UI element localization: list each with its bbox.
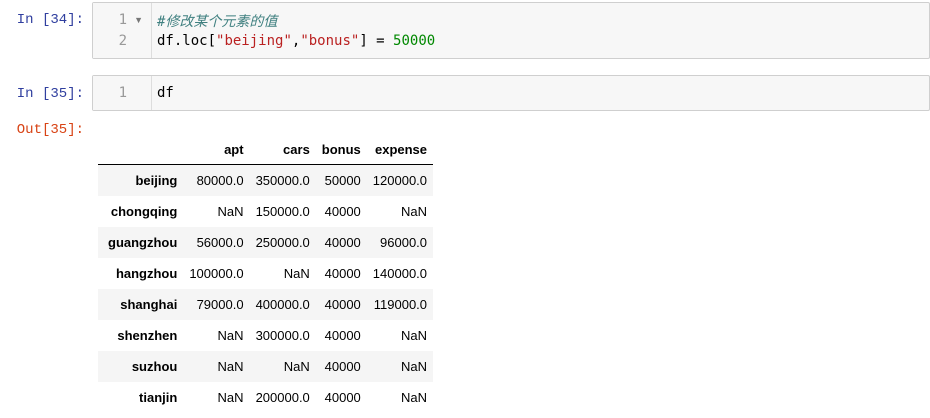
table-row: shenzhen NaN 300000.0 40000 NaN [98, 320, 433, 351]
table-cell: NaN [401, 359, 428, 374]
fold-arrow-icon[interactable]: ▼ [134, 15, 143, 25]
row-index: shenzhen [117, 328, 178, 343]
table-cell: 400000.0 [255, 297, 310, 312]
line-gutter: 1 [93, 76, 152, 110]
code-string: "bonus" [300, 33, 360, 49]
code-line-2: df.loc["beijing","bonus"] = 50000 [157, 33, 435, 49]
code-line-1: df [157, 85, 174, 101]
input-prompt-35: In [35]: [16, 86, 84, 102]
code-comment: #修改某个元素的值 [157, 14, 278, 30]
column-header: bonus [315, 135, 367, 165]
table-cell: 140000.0 [372, 266, 428, 281]
table-row: suzhou NaN NaN 40000 NaN [98, 351, 434, 382]
table-row: tianjin NaN 200000.0 40000 NaN [98, 382, 433, 413]
table-cell: 40000 [324, 390, 361, 405]
table-row: beijing 80000.0 350000.0 50000 120000.0 [98, 164, 434, 196]
table-cell: NaN [401, 328, 428, 343]
table-cell: 250000.0 [255, 235, 310, 250]
table-cell: NaN [217, 390, 244, 405]
table-cell: 119000.0 [373, 297, 428, 312]
column-header: expense [366, 135, 434, 165]
row-index: beijing [135, 173, 178, 188]
table-cell: NaN [401, 204, 428, 219]
line-number: 1 [118, 12, 127, 28]
table-cell: NaN [401, 390, 428, 405]
row-index: guangzhou [108, 235, 178, 250]
table-cell: 40000 [324, 235, 361, 250]
input-prompt-34: In [34]: [16, 12, 84, 28]
table-cell: 40000 [324, 204, 361, 219]
table-cell: 350000.0 [255, 173, 310, 188]
table-cell: NaN [217, 204, 244, 219]
table-cell: 79000.0 [196, 297, 244, 312]
row-index: shanghai [120, 297, 178, 312]
row-index: chongqing [110, 204, 178, 219]
column-header: apt [183, 135, 250, 165]
line-gutter: 1 ▼ 2 [93, 3, 152, 58]
table-cell: 80000.0 [196, 173, 244, 188]
code-number: 50000 [393, 33, 436, 49]
table-cell: 50000 [324, 173, 361, 188]
code-string: "beijing" [216, 33, 292, 49]
table-cell: 120000.0 [372, 173, 428, 188]
table-row: hangzhou 100000.0 NaN 40000 140000.0 [98, 258, 433, 289]
table-cell: 40000 [324, 359, 361, 374]
table-cell: 300000.0 [255, 328, 310, 343]
row-index: hangzhou [115, 266, 178, 281]
output-prompt-35: Out[35]: [16, 122, 84, 138]
row-index: tianjin [139, 390, 178, 405]
column-header: cars [249, 135, 316, 165]
dataframe-table: apt cars bonus expense beijing 80000.0 350000… [98, 135, 434, 413]
table-cell: NaN [217, 328, 244, 343]
code-token: ] = [359, 33, 394, 49]
table-cell: NaN [283, 266, 310, 281]
table-row: chongqing NaN 150000.0 40000 NaN [98, 196, 433, 227]
table-cell: 96000.0 [380, 235, 428, 250]
table-cell: 100000.0 [189, 266, 244, 281]
table-header-row: apt cars bonus expense [98, 135, 434, 165]
table-cell: NaN [283, 359, 310, 374]
table-cell: NaN [217, 359, 244, 374]
table-row: guangzhou 56000.0 250000.0 40000 96000.0 [98, 227, 434, 258]
row-index: suzhou [131, 359, 178, 374]
code-token: df.loc[ [157, 33, 217, 49]
table-cell: 40000 [324, 328, 361, 343]
code-cell-35[interactable]: 1 df [92, 75, 930, 111]
table-cell: 56000.0 [196, 235, 244, 250]
column-header [98, 135, 184, 165]
line-number: 2 [118, 33, 127, 49]
code-cell-34[interactable]: 1 ▼ 2 #修改某个元素的值 df.loc["beijing","bonus"… [92, 2, 930, 59]
line-number: 1 [118, 85, 127, 101]
table-cell: 40000 [324, 266, 361, 281]
table-cell: 150000.0 [255, 204, 310, 219]
table-cell: 200000.0 [255, 390, 310, 405]
table-row: shanghai 79000.0 400000.0 40000 119000.0 [98, 289, 434, 320]
table-cell: 40000 [324, 297, 361, 312]
